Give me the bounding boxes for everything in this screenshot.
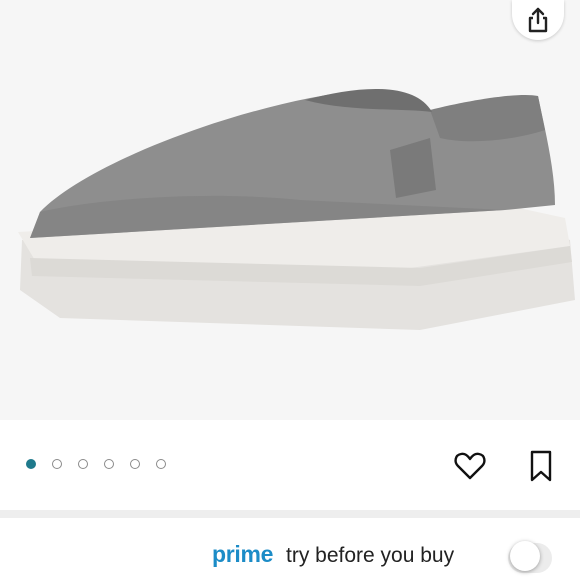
carousel-dot-6[interactable] bbox=[156, 459, 166, 469]
carousel-dot-1[interactable] bbox=[26, 459, 36, 469]
carousel-dot-5[interactable] bbox=[130, 459, 140, 469]
carousel-dot-4[interactable] bbox=[104, 459, 114, 469]
heart-icon bbox=[454, 452, 486, 480]
carousel-indicator bbox=[26, 459, 166, 469]
carousel-dot-3[interactable] bbox=[78, 459, 88, 469]
product-image bbox=[18, 88, 575, 330]
bookmark-icon bbox=[530, 450, 552, 482]
carousel-dot-2[interactable] bbox=[52, 459, 62, 469]
prime-logo: prime bbox=[212, 541, 274, 567]
wishlist-button[interactable] bbox=[453, 449, 487, 483]
share-button[interactable] bbox=[512, 0, 564, 40]
toggle-knob[interactable] bbox=[510, 541, 540, 571]
section-divider bbox=[0, 510, 580, 518]
save-button[interactable] bbox=[526, 449, 556, 483]
share-icon bbox=[528, 7, 548, 33]
prime-tagline: try before you buy bbox=[286, 544, 455, 567]
product-image-area[interactable] bbox=[0, 0, 580, 420]
